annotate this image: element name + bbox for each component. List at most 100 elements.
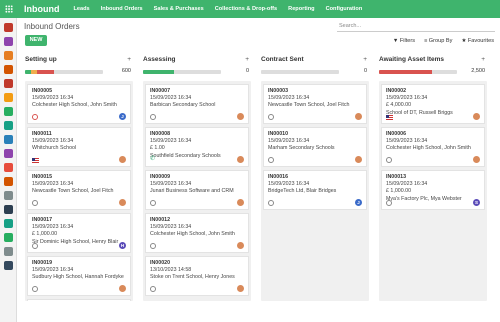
card-date: 15/09/2023 16:34 xyxy=(32,138,74,145)
activity-clock-icon[interactable] xyxy=(150,200,156,206)
activity-clock-icon[interactable] xyxy=(32,114,38,120)
group-by-button[interactable]: ≡ Group By xyxy=(424,38,452,44)
avatar[interactable] xyxy=(355,113,362,120)
avatar[interactable]: S xyxy=(473,199,480,206)
kanban-card[interactable]: IN00020 13/10/2023 14:58 Stoke on Trent Sc… xyxy=(145,256,249,296)
activity-clock-icon[interactable] xyxy=(150,243,156,249)
kanban-card[interactable]: IN00002 15/09/2023 16:34 £ 4,000.00 School … xyxy=(381,84,485,124)
card-footer xyxy=(150,286,156,292)
app-icon[interactable] xyxy=(3,219,13,228)
avatar[interactable] xyxy=(119,285,126,292)
card-date: 15/09/2023 16:34 xyxy=(268,138,310,145)
avatar[interactable] xyxy=(237,113,244,120)
app-icon[interactable] xyxy=(3,37,13,46)
avatar[interactable]: H xyxy=(119,242,126,249)
activity-clock-icon[interactable] xyxy=(268,200,274,206)
app-icon[interactable] xyxy=(3,163,13,172)
card-date: 15/09/2023 16:34 xyxy=(150,181,192,188)
add-card-icon[interactable]: + xyxy=(363,56,367,63)
activity-clock-icon[interactable] xyxy=(32,243,38,249)
app-menu-icon[interactable] xyxy=(0,0,18,18)
avatar[interactable] xyxy=(237,156,244,163)
avatar[interactable] xyxy=(473,156,480,163)
activity-clock-icon[interactable] xyxy=(32,286,38,292)
add-card-icon[interactable]: + xyxy=(245,56,249,63)
kanban-card[interactable]: IN00005 15/09/2023 16:34 Colchester High S… xyxy=(27,84,131,124)
activity-clock-icon[interactable] xyxy=(150,114,156,120)
kanban-card[interactable]: IN00008 15/09/2023 16:34 £ 1.00 Southfield … xyxy=(145,127,249,167)
kanban-card[interactable]: IN00007 15/09/2023 16:34 Barbican Secondar… xyxy=(145,84,249,124)
card-date: 13/10/2023 14:58 xyxy=(150,267,192,274)
activity-clock-icon[interactable] xyxy=(32,200,38,206)
app-icon[interactable] xyxy=(3,177,13,186)
add-card-icon[interactable]: + xyxy=(481,56,485,63)
app-icon[interactable] xyxy=(3,23,13,32)
phone-icon[interactable]: ✆ xyxy=(150,156,155,163)
app-icon[interactable] xyxy=(3,51,13,60)
kanban-card[interactable]: IN00015 15/09/2023 16:34 Newcastle Town Sc… xyxy=(27,170,131,210)
menu-sales-purchases[interactable]: Sales & Purchases xyxy=(154,6,204,12)
app-icon[interactable] xyxy=(3,233,13,242)
column-title[interactable]: Assessing xyxy=(143,56,251,63)
kanban-card[interactable]: IN00019 xyxy=(27,299,131,301)
avatar[interactable] xyxy=(237,242,244,249)
favourites-button[interactable]: ★ Favourites xyxy=(461,38,494,44)
app-icon[interactable] xyxy=(3,205,13,214)
app-icon[interactable] xyxy=(3,149,13,158)
app-icon[interactable] xyxy=(3,261,13,270)
menu-configuration[interactable]: Configuration xyxy=(326,6,363,12)
app-icon[interactable] xyxy=(3,191,13,200)
search-input[interactable]: Search... xyxy=(337,20,495,32)
menu-leads[interactable]: Leads xyxy=(74,6,90,12)
app-icon[interactable] xyxy=(3,121,13,130)
avatar[interactable] xyxy=(355,156,362,163)
app-icon[interactable] xyxy=(3,93,13,102)
kanban-card[interactable]: IN00006 15/09/2023 16:34 Colchester High S… xyxy=(381,127,485,167)
activity-clock-icon[interactable] xyxy=(386,157,392,163)
menu-reporting[interactable]: Reporting xyxy=(288,6,314,12)
kanban-card[interactable]: IN00012 15/09/2023 16:34 Colchester High S… xyxy=(145,213,249,253)
column-title[interactable]: Awaiting Asset Items xyxy=(379,56,487,63)
menu-collections-dropoffs[interactable]: Collections & Drop-offs xyxy=(215,6,277,12)
avatar[interactable]: J xyxy=(119,113,126,120)
activity-clock-icon[interactable] xyxy=(150,286,156,292)
app-icon[interactable] xyxy=(3,107,13,116)
avatar[interactable] xyxy=(119,199,126,206)
app-icon[interactable] xyxy=(3,247,13,256)
kanban-card[interactable]: IN00003 15/09/2023 16:34 Newcastle Town Sc… xyxy=(263,84,367,124)
progress-bar[interactable] xyxy=(25,70,103,74)
avatar[interactable] xyxy=(237,285,244,292)
kanban-card[interactable]: IN00010 15/09/2023 16:34 Marham Secondary … xyxy=(263,127,367,167)
avatar[interactable]: J xyxy=(355,199,362,206)
card-footer xyxy=(150,114,156,120)
new-button[interactable]: NEW xyxy=(25,35,47,46)
add-card-icon[interactable]: + xyxy=(127,56,131,63)
activity-clock-icon[interactable] xyxy=(268,157,274,163)
activity-clock-icon[interactable] xyxy=(386,200,392,206)
kanban-card[interactable]: IN00011 15/09/2023 16:34 Whitchurch School xyxy=(27,127,131,167)
progress-bar[interactable] xyxy=(143,70,221,74)
avatar[interactable] xyxy=(473,113,480,120)
progress-bar[interactable] xyxy=(379,70,457,74)
kanban-card[interactable]: IN00009 15/09/2023 16:34 Junari Business S… xyxy=(145,170,249,210)
filters-button[interactable]: ▼ Filters xyxy=(393,38,415,44)
progress-bar[interactable] xyxy=(261,70,339,74)
kanban-card[interactable]: IN00017 15/09/2023 16:34 £ 1,000.00 Sir Dom… xyxy=(27,213,131,253)
column-title[interactable]: Contract Sent xyxy=(261,56,369,63)
avatar[interactable] xyxy=(119,156,126,163)
column-title[interactable]: Setting up xyxy=(25,56,133,63)
card-reference: IN00003 xyxy=(268,88,289,94)
app-icon[interactable] xyxy=(3,65,13,74)
card-line: Whitchurch School xyxy=(32,145,77,152)
card-date: 15/09/2023 16:34 xyxy=(150,95,192,102)
kanban-card[interactable]: IN00016 15/09/2023 16:34 BridgeTech Ltd, B… xyxy=(263,170,367,210)
card-list: IN00005 15/09/2023 16:34 Colchester High S… xyxy=(25,81,133,301)
kanban-card[interactable]: IN00019 15/09/2023 16:34 Sudbury High Scho… xyxy=(27,256,131,296)
menu-inbound-orders[interactable]: Inbound Orders xyxy=(101,6,143,12)
column-header: Contract Sent + xyxy=(261,56,369,66)
app-icon[interactable] xyxy=(3,135,13,144)
avatar[interactable] xyxy=(237,199,244,206)
activity-clock-icon[interactable] xyxy=(268,114,274,120)
kanban-card[interactable]: IN00013 15/09/2023 16:34 £ 1,000.00 Mya's F… xyxy=(381,170,485,210)
app-icon[interactable] xyxy=(3,79,13,88)
